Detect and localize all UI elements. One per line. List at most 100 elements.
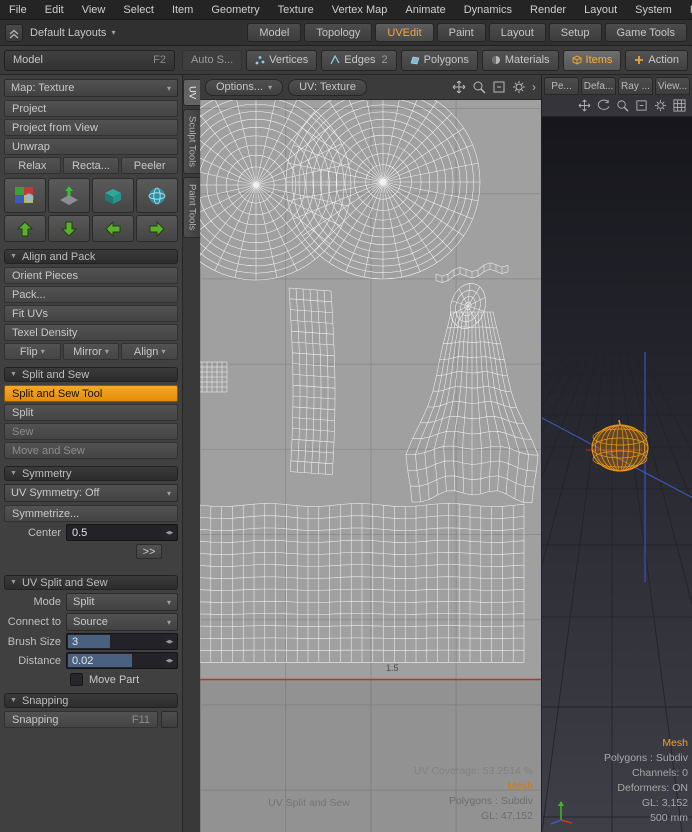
uv-symmetry-dropdown[interactable]: UV Symmetry: Off ▾ xyxy=(4,484,178,502)
mesh-preset-dropdown[interactable]: Model F2 xyxy=(4,50,175,71)
snapping-button[interactable]: Snapping F11 xyxy=(4,711,158,728)
connect-to-dropdown[interactable]: Source▾ xyxy=(66,613,178,631)
menubar-item[interactable]: Item xyxy=(163,0,202,19)
menubar-item[interactable]: Texture xyxy=(269,0,323,19)
uv-canvas[interactable]: 1.5 UV Split and Sew UV Coverage: 53.251… xyxy=(200,100,541,832)
viewport-tab[interactable]: Defa... xyxy=(581,77,616,95)
menubar-item[interactable]: Edit xyxy=(36,0,73,19)
layout-tab-uvedit[interactable]: UVEdit xyxy=(375,23,433,42)
orbit-icon[interactable] xyxy=(597,99,610,112)
move-down-button[interactable] xyxy=(48,215,90,242)
symmetrize-button[interactable]: Symmetrize... xyxy=(4,505,178,522)
side-tab-paint-tools[interactable]: Paint Tools xyxy=(183,177,200,237)
menubar-item[interactable]: Geometry xyxy=(202,0,268,19)
relax-button[interactable]: Relax xyxy=(4,157,61,174)
gear-icon[interactable] xyxy=(512,80,526,94)
center-field[interactable]: 0.5 ◀▶ xyxy=(66,524,178,541)
move-right-button[interactable] xyxy=(136,215,178,242)
menubar-item[interactable]: He xyxy=(681,0,692,19)
menubar-item[interactable]: System xyxy=(626,0,681,19)
flip-dropdown[interactable]: Flip ▾ xyxy=(4,343,61,360)
uv-map-dropdown[interactable]: Map: Texture ▾ xyxy=(4,79,178,97)
frame-icon[interactable] xyxy=(635,99,648,112)
section-symmetry[interactable]: ▼Symmetry xyxy=(4,466,178,481)
more-chevron-icon[interactable]: › xyxy=(532,80,536,94)
menubar-item[interactable]: Layout xyxy=(575,0,626,19)
tab-materials-label: Materials xyxy=(505,54,550,66)
viewport-3d-canvas[interactable]: Mesh Polygons : Subdiv Channels: 0 Defor… xyxy=(542,117,692,832)
uv-map-label[interactable]: UV: Texture xyxy=(288,79,367,96)
brush-size-field[interactable]: 3 ◀▶ xyxy=(66,633,178,650)
move-left-button[interactable] xyxy=(92,215,134,242)
move-part-checkbox[interactable] xyxy=(70,673,83,686)
uv-wireframes xyxy=(200,100,541,832)
spinner-arrows-icon[interactable]: ◀▶ xyxy=(163,654,176,667)
layout-tab-paint[interactable]: Paint xyxy=(437,23,486,42)
menubar-item[interactable]: File xyxy=(0,0,36,19)
menubar-item[interactable]: Vertex Map xyxy=(323,0,397,19)
tab-polygons[interactable]: Polygons xyxy=(401,50,478,71)
fit-uvs-button[interactable]: Fit UVs xyxy=(4,305,178,322)
menubar-item[interactable]: Dynamics xyxy=(455,0,521,19)
uv-checker-tool-button[interactable] xyxy=(4,178,46,213)
zoom-icon[interactable] xyxy=(472,80,486,94)
menubar-item[interactable]: Animate xyxy=(396,0,454,19)
pan-icon[interactable] xyxy=(578,99,591,112)
layout-tab-setup[interactable]: Setup xyxy=(549,23,602,42)
options-button[interactable]: Options... ▾ xyxy=(205,79,283,96)
section-align-and-pack[interactable]: ▼Align and Pack xyxy=(4,249,178,264)
split-button[interactable]: Split xyxy=(4,404,178,421)
spinner-arrows-icon[interactable]: ◀▶ xyxy=(163,635,176,648)
menubar-item[interactable]: View xyxy=(73,0,115,19)
tab-items[interactable]: Items xyxy=(563,50,622,71)
expand-button[interactable]: >> xyxy=(136,544,162,559)
planar-unwrap-tool-button[interactable] xyxy=(48,178,90,213)
snapping-options-button[interactable] xyxy=(161,711,178,728)
project-button[interactable]: Project xyxy=(4,100,178,117)
gear-icon[interactable] xyxy=(654,99,667,112)
layout-tab-topology[interactable]: Topology xyxy=(304,23,372,42)
viewport-tab[interactable]: View... xyxy=(655,77,690,95)
project-from-view-button[interactable]: Project from View xyxy=(4,119,178,136)
default-layouts-dropdown[interactable]: Default Layouts ▾ xyxy=(30,27,115,39)
section-split-and-sew[interactable]: ▼Split and Sew xyxy=(4,367,178,382)
mirror-dropdown[interactable]: Mirror ▾ xyxy=(63,343,120,360)
grid-icon[interactable] xyxy=(673,99,686,112)
menubar-item[interactable]: Select xyxy=(114,0,163,19)
layout-tab-model[interactable]: Model xyxy=(247,23,301,42)
move-up-button[interactable] xyxy=(4,215,46,242)
layout-collapse-button[interactable] xyxy=(5,24,23,42)
side-tab-sculpt-tools[interactable]: Sculpt Tools xyxy=(183,109,200,174)
section-uv-split-and-sew[interactable]: ▼UV Split and Sew xyxy=(4,575,178,590)
pan-icon[interactable] xyxy=(452,80,466,94)
tab-auto-select[interactable]: Auto S... xyxy=(182,50,242,71)
mode-dropdown[interactable]: Split▾ xyxy=(66,593,178,611)
box-unwrap-tool-button[interactable] xyxy=(92,178,134,213)
tab-action[interactable]: Action xyxy=(625,50,688,71)
spinner-arrows-icon[interactable]: ◀▶ xyxy=(163,526,176,539)
layout-tab-layout[interactable]: Layout xyxy=(489,23,546,42)
layout-tab-game-tools[interactable]: Game Tools xyxy=(605,23,688,42)
tab-edges[interactable]: Edges 2 xyxy=(321,50,396,71)
rectangle-button[interactable]: Recta... xyxy=(63,157,120,174)
orient-pieces-button[interactable]: Orient Pieces xyxy=(4,267,178,284)
split-and-sew-tool-button[interactable]: Split and Sew Tool xyxy=(4,385,178,402)
sew-button[interactable]: Sew xyxy=(4,423,178,440)
texel-density-button[interactable]: Texel Density xyxy=(4,324,178,341)
menubar-item[interactable]: Render xyxy=(521,0,575,19)
unwrap-button[interactable]: Unwrap xyxy=(4,138,178,155)
pack-button[interactable]: Pack... xyxy=(4,286,178,303)
section-snapping[interactable]: ▼Snapping xyxy=(4,693,178,708)
viewport-tab[interactable]: Ray ... xyxy=(618,77,653,95)
peeler-button[interactable]: Peeler xyxy=(121,157,178,174)
side-tab-uv[interactable]: UV xyxy=(183,79,200,106)
align-dropdown[interactable]: Align ▾ xyxy=(121,343,178,360)
distance-field[interactable]: 0.02 ◀▶ xyxy=(66,652,178,669)
spherical-unwrap-tool-button[interactable] xyxy=(136,178,178,213)
tab-materials[interactable]: Materials xyxy=(482,50,559,71)
move-and-sew-button[interactable]: Move and Sew xyxy=(4,442,178,459)
viewport-tab[interactable]: Pe... xyxy=(544,77,579,95)
tab-vertices[interactable]: Vertices xyxy=(246,50,317,71)
zoom-icon[interactable] xyxy=(616,99,629,112)
frame-icon[interactable] xyxy=(492,80,506,94)
